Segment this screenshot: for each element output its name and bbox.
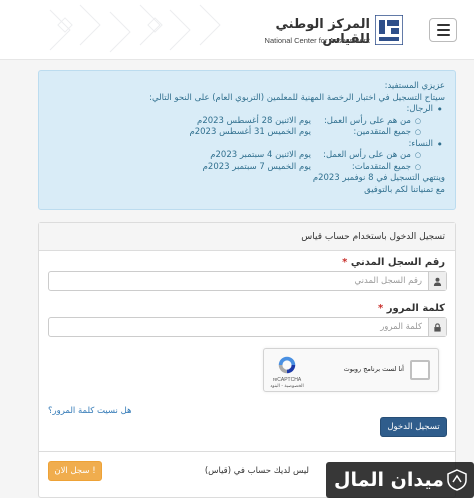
login-panel: تسجيل الدخول باستخدام حساب قياس رقم السج… (38, 222, 456, 498)
notice-row-label: جميع المتقدمين: (311, 127, 421, 139)
notice-row: من هن على رأس العمل: يوم الاثنين 4 سبتمب… (49, 150, 421, 162)
notice-row-label: من هن على رأس العمل: (311, 150, 421, 162)
no-account-text: ليس لديك حساب في (قياس) (204, 466, 309, 476)
hamburger-line (436, 29, 450, 31)
password-input-group (48, 317, 447, 337)
notice-row: جميع المتقدمين: يوم الخميس 31 أغسطس 2023… (49, 127, 421, 139)
notice-women-group: النساء: من هن على رأس العمل: يوم الاثنين… (49, 138, 443, 174)
forgot-password-link[interactable]: هل نسيت كلمة المرور؟ (48, 406, 132, 416)
recaptcha-logo-icon (278, 356, 296, 374)
panel-divider (39, 451, 455, 452)
notice-women-title: النساء: (408, 138, 433, 149)
hamburger-line (436, 34, 450, 36)
login-panel-heading: تسجيل الدخول باستخدام حساب قياس (39, 223, 455, 251)
required-mark: * (378, 303, 384, 314)
civil-id-input-group (48, 271, 447, 291)
notice-row: جميع المتقدمات: يوم الخميس 7 سبتمبر 2023… (49, 161, 421, 174)
notice-men-title: الرجال: (406, 104, 433, 114)
user-icon (428, 272, 446, 290)
logo-title-english: National Center for Assessment (264, 36, 370, 45)
watermark-badge: ميدان المال (326, 462, 474, 498)
recaptcha-widget: أنا لست برنامج روبوت reCAPTCHA الخصوصية … (263, 348, 439, 392)
watermark-text: ميدان المال (334, 469, 444, 491)
password-input[interactable] (49, 318, 428, 336)
watermark-logo-icon (447, 469, 467, 491)
notice-row-value: يوم الاثنين 4 سبتمبر 2023م (210, 150, 311, 160)
password-label: كلمة المرور * (378, 303, 445, 314)
password-label-text: كلمة المرور (386, 303, 445, 314)
hamburger-line (436, 24, 450, 26)
header-pattern-decoration (49, 4, 221, 53)
recaptcha-checkbox[interactable] (410, 360, 430, 380)
lock-icon (428, 318, 446, 336)
recaptcha-brand: reCAPTCHA (272, 377, 302, 383)
notice-row: من هم على رأس العمل: يوم الاثنين 28 أغسط… (49, 115, 421, 128)
notice-row-value: يوم الاثنين 28 أغسطس 2023م (197, 115, 311, 126)
recaptcha-terms-link[interactable]: الخصوصية - البنود (264, 384, 310, 389)
notice-row-value: يوم الخميس 7 سبتمبر 2023م (202, 161, 311, 172)
notice-list: الرجال: من هم على رأس العمل: يوم الاثنين… (49, 104, 445, 173)
qiyas-logo-icon (375, 15, 403, 45)
notice-men-group: الرجال: من هم على رأس العمل: يوم الاثنين… (49, 104, 443, 139)
notice-wish: مع تمنياتنا لكم بالتوفيق (364, 184, 445, 195)
recaptcha-label: أنا لست برنامج روبوت (343, 365, 404, 373)
notice-end-date: وينتهي التسجيل في 8 نوفمبر 2023م (312, 173, 445, 183)
civil-id-label-text: رقم السجل المدني (350, 257, 445, 268)
notice-row-label: جميع المتقدمات: (311, 162, 421, 174)
registration-notice: عزيزي المستفيد: سيتاح التسجيل في اختبار … (38, 70, 456, 210)
civil-id-label: رقم السجل المدني * (342, 257, 445, 268)
required-mark: * (342, 257, 348, 268)
civil-id-input[interactable] (49, 272, 428, 290)
notice-intro: سيتاح التسجيل في اختبار الرخصة المهنية ل… (149, 92, 445, 103)
notice-row-label: من هم على رأس العمل: (311, 116, 421, 128)
site-header: المركز الوطني للقياس National Center for… (0, 0, 474, 60)
notice-greeting: عزيزي المستفيد: (384, 81, 445, 91)
register-now-button[interactable]: سجل الان ! (48, 461, 102, 481)
login-submit-button[interactable]: تسجيل الدخول (380, 417, 447, 437)
menu-toggle-button[interactable] (429, 18, 457, 42)
notice-row-value: يوم الخميس 31 أغسطس 2023م (189, 127, 311, 137)
notice-men-rows: من هم على رأس العمل: يوم الاثنين 28 أغسط… (49, 116, 433, 139)
notice-women-rows: من هن على رأس العمل: يوم الاثنين 4 سبتمب… (49, 150, 433, 173)
